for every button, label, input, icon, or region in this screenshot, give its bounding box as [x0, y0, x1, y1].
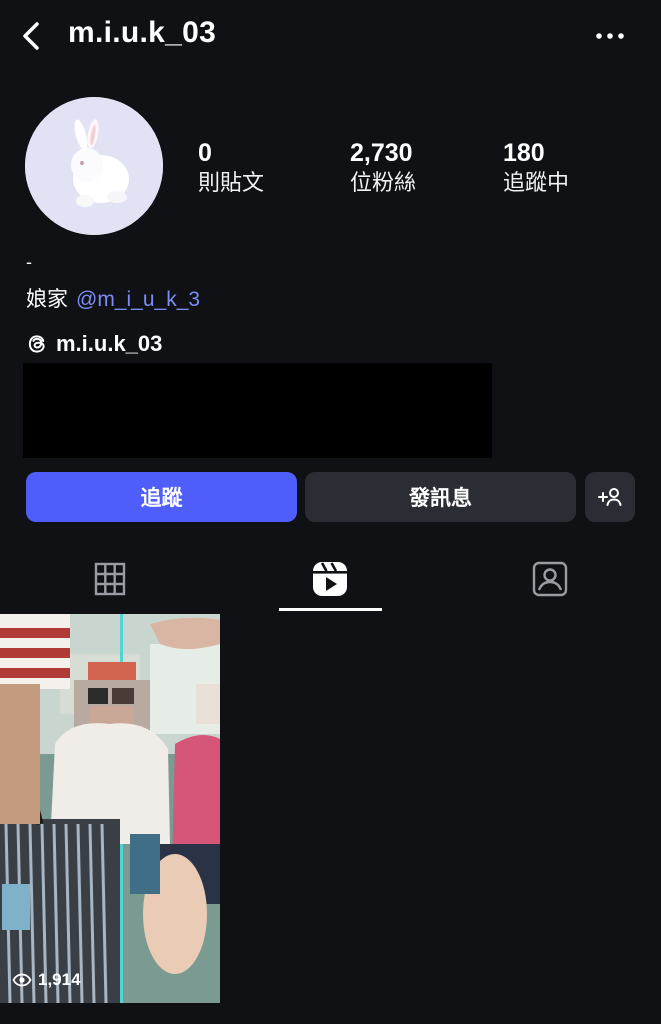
suggested-users-button[interactable]	[585, 472, 635, 522]
eye-icon	[12, 973, 32, 987]
redacted-area	[23, 363, 492, 458]
stat-following-count: 180	[503, 139, 545, 167]
bio-label: 娘家	[26, 288, 68, 311]
rabbit-avatar-image	[25, 97, 163, 235]
reel-view-count: 1,914	[12, 970, 81, 990]
stat-posts-label: 則貼文	[198, 170, 265, 195]
back-button[interactable]	[14, 18, 50, 54]
threads-handle: m.i.u.k_03	[56, 331, 163, 356]
follow-button[interactable]: 追蹤	[26, 472, 297, 522]
more-options-button[interactable]	[588, 20, 632, 52]
reel-thumbnail-image	[0, 614, 220, 1003]
chevron-left-icon	[23, 22, 39, 50]
tagged-icon	[532, 561, 568, 597]
stat-following-label: 追蹤中	[503, 170, 570, 195]
message-button[interactable]: 發訊息	[305, 472, 576, 522]
bio-dash: -	[26, 252, 32, 272]
tab-reels[interactable]	[280, 554, 380, 604]
message-button-label: 發訊息	[409, 487, 472, 510]
add-user-icon	[598, 488, 622, 506]
more-horizontal-icon	[596, 33, 624, 39]
reels-icon	[313, 562, 347, 596]
bio-mention-link[interactable]: @m_i_u_k_3	[76, 288, 200, 311]
grid-icon	[94, 562, 126, 596]
tab-selected-indicator	[279, 608, 382, 611]
stat-followers[interactable]: 2,730 位粉絲	[350, 138, 416, 198]
stat-following[interactable]: 180 追蹤中	[503, 138, 569, 198]
threads-icon	[28, 335, 45, 353]
tab-tagged[interactable]	[500, 554, 600, 604]
stat-followers-label: 位粉絲	[350, 170, 417, 195]
profile-username: m.i.u.k_03	[68, 16, 217, 49]
profile-avatar[interactable]	[25, 97, 163, 235]
stat-followers-count: 2,730	[350, 139, 413, 167]
follow-button-label: 追蹤	[140, 487, 183, 510]
reel-thumbnail[interactable]	[0, 614, 220, 1003]
stat-posts-count: 0	[198, 139, 212, 167]
view-count-value: 1,914	[38, 970, 81, 989]
stat-posts: 0 則貼文	[198, 138, 264, 198]
threads-link[interactable]: m.i.u.k_03	[26, 331, 162, 357]
bio-text: 娘家 @m_i_u_k_3	[26, 283, 200, 313]
tab-grid[interactable]	[60, 554, 160, 604]
